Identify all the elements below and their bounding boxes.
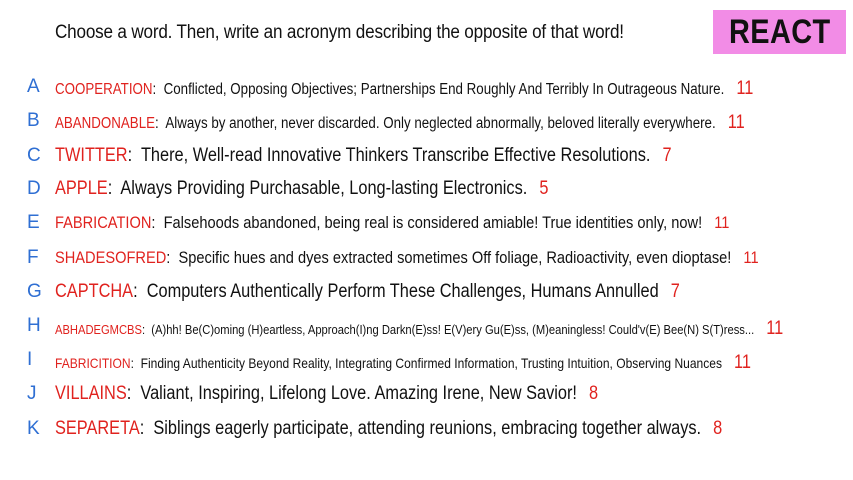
row-letter: K: [27, 418, 40, 439]
separator: :: [126, 382, 141, 404]
acronym-row: J VILLAINS: Valiant, Inspiring, Lifelong …: [0, 380, 853, 408]
row-content: SEPARETA: Siblings eagerly participate, …: [55, 418, 722, 440]
acronym-row: K SEPARETA: Siblings eagerly participate,…: [0, 415, 853, 443]
source-word: VILLAINS: [55, 382, 127, 404]
source-word: FABRICATION: [55, 212, 152, 232]
separator: :: [139, 417, 154, 439]
row-content: ABANDONABLE: Always by another, never di…: [55, 112, 745, 134]
acronym-row: D APPLE: Always Providing Purchasable, Lo…: [0, 175, 853, 203]
row-letter: A: [27, 76, 40, 97]
acronym-text: Falsehoods abandoned, being real is cons…: [163, 212, 703, 232]
acronym-row: B ABANDONABLE: Always by another, never d…: [0, 107, 853, 135]
letter-count: 8: [589, 382, 599, 404]
row-content: SHADESOFRED: Specific hues and dyes extr…: [55, 248, 759, 268]
row-letter: E: [27, 212, 40, 233]
separator: :: [130, 354, 141, 371]
acronym-row: C TWITTER: There, Well-read Innovative Th…: [0, 142, 853, 170]
source-word: ABHADEGMCBS: [55, 322, 142, 338]
row-letter: D: [27, 178, 41, 199]
separator: :: [155, 114, 166, 132]
acronym-text: There, Well-read Innovative Thinkers Tra…: [140, 144, 651, 166]
separator: :: [127, 144, 141, 166]
acronym-text: Specific hues and dyes extracted sometim…: [178, 247, 732, 267]
letter-count: 11: [743, 247, 759, 267]
row-content: TWITTER: There, Well-read Innovative Thi…: [55, 145, 672, 167]
letter-count: 11: [766, 318, 784, 340]
acronym-text: (A)hh! Be(C)oming (H)eartless, Approach(…: [151, 322, 755, 338]
row-letter: B: [27, 110, 40, 131]
acronym-text: Finding Authenticity Beyond Reality, Int…: [140, 354, 722, 371]
row-letter: H: [27, 315, 41, 336]
separator: :: [133, 280, 147, 302]
instruction-text: Choose a word. Then, write an acronym de…: [55, 22, 624, 43]
separator: :: [152, 80, 164, 98]
row-content: FABRICITION: Finding Authenticity Beyond…: [55, 352, 751, 374]
separator: :: [107, 177, 121, 199]
row-content: ABHADEGMCBS: (A)hh! Be(C)oming (H)eartle…: [55, 318, 783, 340]
row-content: COOPERATION: Conflicted, Opposing Object…: [55, 78, 753, 100]
source-word: ABANDONABLE: [55, 114, 156, 132]
separator: :: [141, 322, 152, 338]
acronym-text: Always by another, never discarded. Only…: [165, 114, 716, 132]
row-content: VILLAINS: Valiant, Inspiring, Lifelong L…: [55, 383, 598, 405]
acronym-text: Valiant, Inspiring, Lifelong Love. Amazi…: [140, 382, 577, 404]
acronym-row: H ABHADEGMCBS: (A)hh! Be(C)oming (H)eartl…: [0, 312, 853, 340]
letter-count: 11: [714, 212, 730, 232]
source-word: CAPTCHA: [55, 280, 134, 302]
source-word: SHADESOFRED: [55, 247, 167, 267]
row-content: FABRICATION: Falsehoods abandoned, being…: [55, 213, 729, 233]
react-badge-label: REACT: [728, 12, 831, 51]
row-letter: F: [27, 247, 39, 268]
row-letter: G: [27, 281, 42, 302]
letter-count: 11: [727, 111, 745, 133]
row-letter: C: [27, 145, 41, 166]
acronym-row: E FABRICATION: Falsehoods abandoned, bein…: [0, 209, 853, 237]
acronym-text: Always Providing Purchasable, Long-lasti…: [120, 177, 528, 199]
acronym-text: Conflicted, Opposing Objectives; Partner…: [163, 80, 725, 98]
row-letter: I: [27, 349, 33, 370]
acronym-text: Siblings eagerly participate, attending …: [153, 417, 702, 439]
source-word: FABRICITION: [55, 354, 131, 371]
letter-count: 11: [734, 351, 752, 373]
separator: :: [166, 247, 179, 267]
letter-count: 5: [539, 177, 549, 199]
separator: :: [151, 212, 164, 232]
source-word: TWITTER: [55, 144, 128, 166]
source-word: SEPARETA: [55, 417, 140, 439]
acronym-row: F SHADESOFRED: Specific hues and dyes ext…: [0, 244, 853, 272]
letter-count: 7: [670, 280, 680, 302]
acronym-row: G CAPTCHA: Computers Authentically Perfor…: [0, 278, 853, 306]
source-word: COOPERATION: [55, 80, 153, 98]
acronym-text: Computers Authentically Perform These Ch…: [146, 280, 659, 302]
row-letter: J: [27, 383, 37, 404]
acronym-row: I FABRICITION: Finding Authenticity Beyon…: [0, 346, 853, 374]
letter-count: 7: [662, 144, 672, 166]
letter-count: 11: [736, 77, 754, 99]
acronym-row: A COOPERATION: Conflicted, Opposing Objec…: [0, 73, 853, 101]
react-badge: REACT: [713, 10, 846, 54]
row-content: CAPTCHA: Computers Authentically Perform…: [55, 281, 680, 303]
letter-count: 8: [713, 417, 723, 439]
source-word: APPLE: [55, 177, 108, 199]
row-content: APPLE: Always Providing Purchasable, Lon…: [55, 178, 548, 200]
